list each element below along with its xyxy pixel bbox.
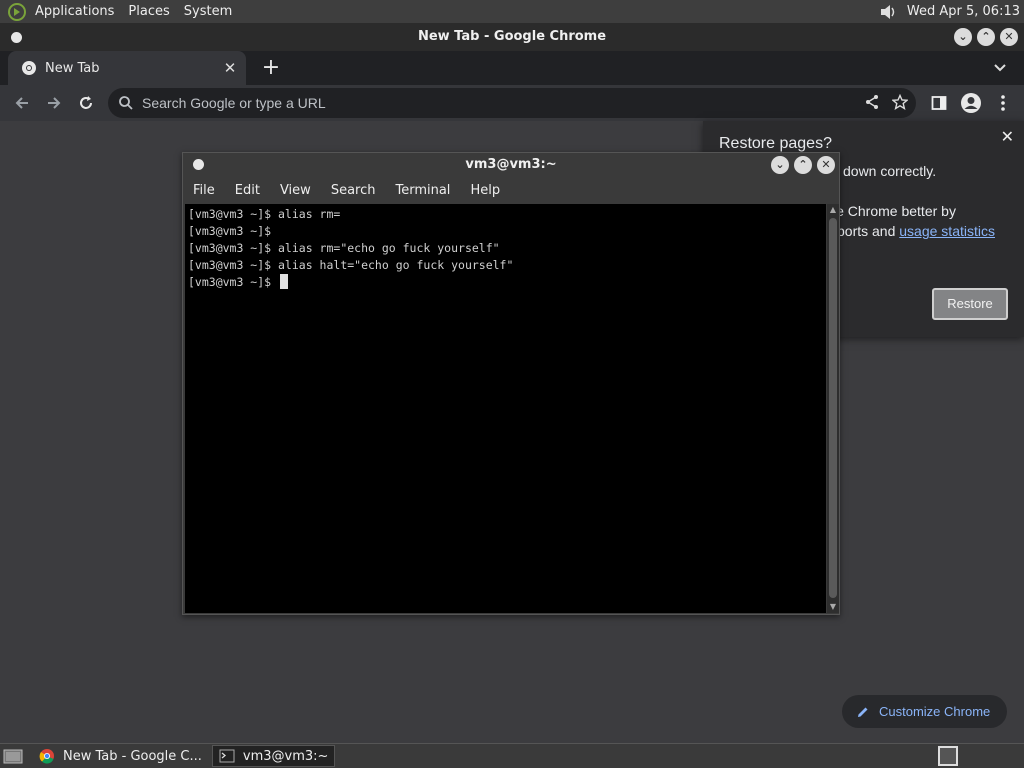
- reload-icon: [80, 96, 92, 109]
- volume-icon[interactable]: [875, 0, 901, 23]
- terminal-window[interactable]: vm3@vm3:~ ⌄ ⌃ ✕ File Edit View Search Te…: [182, 152, 840, 615]
- menu-system[interactable]: System: [177, 0, 239, 23]
- terminal-line: [vm3@vm3 ~]$ alias rm="echo go fuck your…: [188, 241, 500, 255]
- menu-search[interactable]: Search: [321, 183, 386, 198]
- taskbar-item-label: vm3@vm3:~: [242, 748, 329, 764]
- kebab-menu-icon: [1001, 95, 1005, 111]
- text-cursor: [280, 274, 289, 289]
- tab-strip: New Tab ✕ +: [0, 51, 1024, 85]
- back-button[interactable]: [6, 87, 38, 119]
- menu-places[interactable]: Places: [121, 0, 176, 23]
- restore-metrics-text-2: ports and: [837, 223, 896, 239]
- chrome-window-title-bar[interactable]: New Tab - Google Chrome ⌄ ⌃ ✕: [0, 23, 1024, 51]
- terminal-prompt: [vm3@vm3 ~]$: [188, 275, 279, 289]
- forward-button[interactable]: [38, 87, 70, 119]
- terminal-line: [vm3@vm3 ~]$: [188, 224, 272, 238]
- minimize-button[interactable]: ⌄: [954, 28, 972, 46]
- terminal-icon: [219, 749, 235, 763]
- avatar-icon: [961, 93, 981, 113]
- terminal-line: [vm3@vm3 ~]$ alias halt="echo go fuck yo…: [188, 258, 514, 272]
- scroll-down-arrow-icon[interactable]: ▼: [827, 601, 839, 613]
- reload-button[interactable]: [70, 87, 102, 119]
- restore-title: Restore pages?: [719, 135, 832, 152]
- tab-close-icon[interactable]: ✕: [222, 59, 238, 77]
- share-icon[interactable]: [864, 94, 880, 110]
- menu-edit[interactable]: Edit: [225, 183, 270, 198]
- terminal-scrollbar[interactable]: ▲ ▼: [827, 204, 839, 613]
- menu-help[interactable]: Help: [460, 183, 510, 198]
- chrome-menu-button[interactable]: [990, 87, 1016, 119]
- terminal-menubar: File Edit View Search Terminal Help: [183, 177, 839, 203]
- forward-arrow-icon: [48, 97, 61, 109]
- chrome-toolbar: [0, 85, 1024, 121]
- omnibox-input[interactable]: [142, 95, 916, 111]
- terminal-line: [vm3@vm3 ~]$ alias rm=: [188, 207, 341, 221]
- taskbar-item-label: New Tab - Google C...: [63, 748, 202, 764]
- menu-file[interactable]: File: [183, 183, 225, 198]
- close-icon[interactable]: ✕: [1001, 127, 1014, 147]
- workspace-switcher[interactable]: [938, 746, 958, 766]
- taskbar-item-chrome[interactable]: New Tab - Google C...: [33, 745, 208, 767]
- tab-label: New Tab: [45, 60, 100, 76]
- terminal-title-bar[interactable]: vm3@vm3:~ ⌄ ⌃ ✕: [183, 153, 839, 177]
- restore-message: down correctly.: [843, 163, 937, 179]
- show-desktop-icon[interactable]: [3, 747, 23, 765]
- search-icon: [119, 96, 133, 110]
- bookmark-star-icon[interactable]: [892, 94, 908, 110]
- gnome-foot-icon[interactable]: [6, 2, 28, 22]
- tab-search-chevron-icon[interactable]: [992, 59, 1008, 75]
- omnibox[interactable]: [108, 88, 916, 118]
- maximize-button[interactable]: ⌃: [794, 156, 812, 174]
- taskbar-item-terminal[interactable]: vm3@vm3:~: [211, 745, 336, 767]
- menu-view[interactable]: View: [270, 183, 321, 198]
- minimize-button[interactable]: ⌄: [771, 156, 789, 174]
- restore-metrics-text: le Chrome better by: [833, 203, 956, 219]
- chrome-window-title: New Tab - Google Chrome: [417, 29, 607, 44]
- maximize-button[interactable]: ⌃: [977, 28, 995, 46]
- new-tab-button[interactable]: +: [258, 54, 284, 82]
- window-menu-icon[interactable]: [11, 32, 22, 43]
- clock[interactable]: Wed Apr 5, 06:13: [907, 4, 1024, 19]
- scroll-up-arrow-icon[interactable]: ▲: [827, 204, 839, 216]
- bottom-panel: New Tab - Google C... vm3@vm3:~: [0, 743, 1024, 768]
- customize-chrome-button[interactable]: Customize Chrome: [842, 695, 1007, 728]
- pencil-icon: [858, 707, 868, 717]
- tab-new-tab[interactable]: New Tab ✕: [8, 51, 246, 85]
- usage-statistics-link[interactable]: usage statistics: [899, 223, 995, 239]
- window-menu-icon[interactable]: [193, 159, 204, 170]
- close-button[interactable]: ✕: [1000, 28, 1018, 46]
- top-panel: Applications Places System Wed Apr 5, 06…: [0, 0, 1024, 23]
- menu-terminal[interactable]: Terminal: [385, 183, 460, 198]
- scrollbar-thumb[interactable]: [829, 218, 837, 598]
- back-arrow-icon: [15, 97, 28, 109]
- chrome-icon: [39, 749, 54, 764]
- profile-button[interactable]: [958, 87, 984, 119]
- side-panel-button[interactable]: [926, 87, 952, 119]
- customize-chrome-label: Customize Chrome: [879, 704, 991, 719]
- terminal-title: vm3@vm3:~: [465, 157, 557, 172]
- menu-applications[interactable]: Applications: [28, 0, 121, 23]
- restore-button[interactable]: Restore: [932, 288, 1008, 320]
- terminal-screen[interactable]: [vm3@vm3 ~]$ alias rm= [vm3@vm3 ~]$ [vm3…: [185, 204, 826, 613]
- chrome-icon: [22, 61, 36, 75]
- side-panel-icon: [931, 96, 947, 110]
- close-button[interactable]: ✕: [817, 156, 835, 174]
